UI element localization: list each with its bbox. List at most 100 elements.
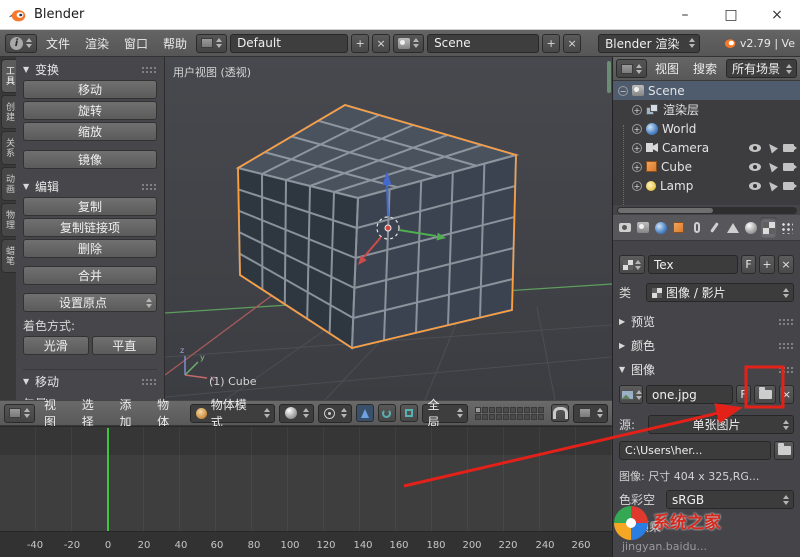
editor-type-button[interactable]: i: [5, 34, 37, 53]
render-engine-select[interactable]: Blender 渲染: [598, 34, 700, 53]
tab-material[interactable]: [742, 217, 759, 238]
expand-icon[interactable]: +: [632, 105, 642, 115]
outliner-row-camera[interactable]: + Camera: [613, 138, 800, 157]
shade-flat-button[interactable]: 平直: [92, 336, 158, 355]
transform-orientation-select[interactable]: 全局: [422, 404, 469, 423]
mirror-button[interactable]: 镜像: [23, 150, 157, 169]
outliner-menu-view[interactable]: 视图: [649, 60, 685, 77]
expand-icon[interactable]: +: [632, 143, 642, 153]
tab-object[interactable]: [670, 217, 687, 238]
panel-header-colors[interactable]: ▶ 颜色: [619, 337, 794, 354]
screen-layout-icon-button[interactable]: [196, 34, 227, 53]
outliner-filter-select[interactable]: 所有场景: [726, 59, 797, 78]
menu-add[interactable]: 添加: [114, 396, 148, 430]
menu-view[interactable]: 视图: [39, 396, 73, 430]
panel-grip-icon[interactable]: [141, 66, 157, 74]
tab-data[interactable]: [724, 217, 741, 238]
manipulator-scale-toggle[interactable]: [400, 404, 418, 422]
pivot-select[interactable]: [318, 404, 352, 423]
texture-name-field[interactable]: Tex: [648, 255, 738, 274]
visibility-eye-icon[interactable]: [749, 144, 761, 152]
texture-type-select[interactable]: 图像 / 影片: [646, 283, 794, 302]
tab-animation[interactable]: 动画: [1, 167, 16, 201]
tab-render[interactable]: [616, 217, 633, 238]
tab-grease-pencil[interactable]: 蜡笔: [1, 239, 16, 273]
set-origin-dropdown[interactable]: 设置原点: [23, 293, 157, 312]
outliner-row-world[interactable]: + World: [613, 119, 800, 138]
image-path-field[interactable]: C:\Users\her...: [619, 441, 771, 460]
open-image-button[interactable]: [754, 385, 776, 404]
new-texture-button[interactable]: +: [759, 255, 775, 274]
image-fake-user-button[interactable]: F: [736, 385, 751, 404]
selectability-cursor-icon[interactable]: [766, 141, 778, 153]
texture-browse-button[interactable]: [619, 255, 645, 274]
menu-window[interactable]: 窗口: [118, 35, 154, 52]
menu-file[interactable]: 文件: [40, 35, 76, 52]
viewport-editor-type-button[interactable]: [4, 404, 35, 423]
add-scene-button[interactable]: +: [542, 34, 560, 53]
outliner-menu-search[interactable]: 搜索: [687, 60, 723, 77]
scene-icon-button[interactable]: [393, 34, 424, 53]
image-source-select[interactable]: 单张图片: [648, 415, 794, 434]
rotate-button[interactable]: 旋转: [23, 101, 157, 120]
delete-scene-button[interactable]: ×: [563, 34, 581, 53]
tab-tools[interactable]: 工具: [1, 59, 16, 93]
outliner-hscrollbar[interactable]: [617, 207, 797, 214]
minimize-button[interactable]: –: [662, 0, 708, 29]
delete-layout-button[interactable]: ×: [372, 34, 390, 53]
scrollbar-thumb[interactable]: [618, 208, 713, 213]
browse-path-button[interactable]: [774, 441, 794, 460]
menu-select[interactable]: 选择: [77, 396, 111, 430]
scale-button[interactable]: 缩放: [23, 122, 157, 141]
add-layout-button[interactable]: +: [351, 34, 369, 53]
selectability-cursor-icon[interactable]: [766, 160, 778, 172]
join-button[interactable]: 合并: [23, 266, 157, 285]
region-scroll-indicator[interactable]: [607, 61, 611, 93]
duplicate-button[interactable]: 复制: [23, 197, 157, 216]
outliner-row-renderlayers[interactable]: + 渲染层: [613, 100, 800, 119]
viewport-3d[interactable]: x y z 用户视图 (透视) (1) Cube: [165, 57, 612, 400]
tab-constraints[interactable]: [688, 217, 705, 238]
close-button[interactable]: ×: [754, 0, 800, 29]
outliner-row-scene[interactable]: − Scene: [613, 81, 800, 100]
render-camera-icon[interactable]: [783, 182, 794, 190]
expand-icon[interactable]: +: [632, 162, 642, 172]
menu-object[interactable]: 物体: [152, 396, 186, 430]
panel-header-edit[interactable]: ▼ 编辑: [23, 178, 157, 195]
image-browse-button[interactable]: [619, 385, 643, 404]
collapse-icon[interactable]: −: [618, 86, 628, 96]
unlink-texture-button[interactable]: ×: [778, 255, 794, 274]
scene-name-field[interactable]: Scene: [427, 34, 539, 53]
maximize-button[interactable]: □: [708, 0, 754, 29]
panel-grip-icon[interactable]: [778, 318, 794, 326]
mode-select[interactable]: 物体模式: [190, 404, 275, 423]
tab-texture[interactable]: [760, 217, 777, 238]
viewport-canvas[interactable]: x y z: [165, 57, 612, 400]
layer-buttons[interactable]: [475, 407, 544, 420]
tab-create[interactable]: 创建: [1, 95, 16, 129]
manipulator-rotate-toggle[interactable]: [378, 404, 396, 422]
manipulator-translate-toggle[interactable]: [356, 404, 374, 422]
panel-grip-icon[interactable]: [141, 378, 157, 386]
outliner-row-lamp[interactable]: + Lamp: [613, 176, 800, 195]
screen-layout-field[interactable]: Default: [230, 34, 348, 53]
panel-header-preview[interactable]: ▶ 预览: [619, 313, 794, 330]
selectability-cursor-icon[interactable]: [766, 179, 778, 191]
tab-particles[interactable]: [778, 217, 795, 238]
tab-world[interactable]: [652, 217, 669, 238]
visibility-eye-icon[interactable]: [749, 163, 761, 171]
tab-modifiers[interactable]: [706, 217, 723, 238]
image-name-field[interactable]: one.jpg: [646, 385, 733, 404]
outliner-editor-type-button[interactable]: [616, 59, 647, 78]
render-camera-icon[interactable]: [783, 144, 794, 152]
tab-scene[interactable]: [634, 217, 651, 238]
panel-grip-icon[interactable]: [778, 342, 794, 350]
tab-physics[interactable]: 物理: [1, 203, 16, 237]
timeline-editor[interactable]: -40 -20 0 20 40 60 80 100 120 140 160 18…: [0, 426, 612, 557]
expand-icon[interactable]: +: [632, 124, 642, 134]
render-camera-icon[interactable]: [783, 163, 794, 171]
fake-user-button[interactable]: F: [741, 255, 756, 274]
panel-header-transform[interactable]: ▼ 变换: [23, 61, 157, 78]
delete-button[interactable]: 删除: [23, 239, 157, 258]
menu-help[interactable]: 帮助: [157, 35, 193, 52]
